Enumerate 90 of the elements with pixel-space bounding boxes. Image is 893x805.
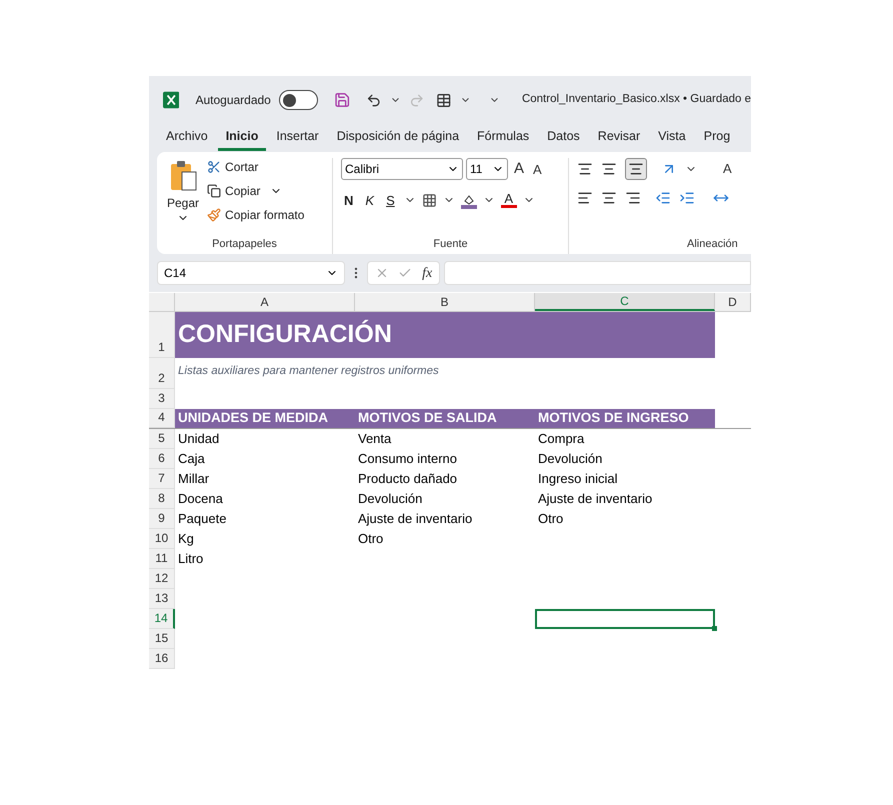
name-box[interactable]: C14 bbox=[157, 261, 345, 285]
table-cell-text: Ajuste de inventario bbox=[358, 510, 472, 528]
shrink-font-button[interactable]: A bbox=[530, 160, 545, 179]
formula-field[interactable] bbox=[444, 261, 751, 285]
font-size-field[interactable]: 11 bbox=[466, 158, 508, 180]
table-cell-text: Ajuste de inventario bbox=[538, 490, 652, 508]
align-left-icon[interactable] bbox=[577, 190, 593, 206]
align-right-icon[interactable] bbox=[625, 190, 641, 206]
table-cell-text: Millar bbox=[178, 470, 210, 488]
insert-function-button[interactable]: fx bbox=[422, 262, 432, 284]
table-cell-text: Docena bbox=[178, 490, 223, 508]
group-label: Portapapeles bbox=[211, 237, 278, 252]
underline-button[interactable]: S bbox=[383, 190, 398, 210]
row-header[interactable]: 6 bbox=[149, 449, 175, 469]
clipboard-icon bbox=[168, 160, 198, 192]
row-header[interactable]: 9 bbox=[149, 509, 175, 529]
autosave-toggle[interactable] bbox=[278, 90, 318, 110]
sheet-title: CONFIGURACIÓN bbox=[178, 318, 392, 350]
increase-indent-icon[interactable] bbox=[679, 190, 695, 206]
autosave-label: Autoguardado bbox=[195, 92, 271, 109]
column-header[interactable]: A bbox=[175, 293, 355, 311]
table-cell-text: Ingreso inicial bbox=[538, 470, 618, 488]
menu-tab[interactable]: Insertar bbox=[268, 125, 327, 151]
table-cell-text: Devolución bbox=[358, 490, 422, 508]
menu-tab[interactable]: Vista bbox=[650, 125, 694, 151]
table-icon[interactable] bbox=[436, 92, 452, 108]
column-heading: MOTIVOS DE SALIDA bbox=[358, 409, 497, 428]
bold-button[interactable]: N bbox=[341, 190, 356, 210]
row-header[interactable]: 11 bbox=[149, 549, 175, 569]
row-header[interactable]: 4 bbox=[149, 409, 175, 428]
align-middle-icon[interactable] bbox=[601, 161, 617, 177]
format-painter-button[interactable]: Copiar formato bbox=[207, 206, 304, 224]
row-header[interactable]: 16 bbox=[149, 649, 175, 669]
table-cell-text: Otro bbox=[538, 510, 564, 528]
selected-cell[interactable] bbox=[535, 609, 715, 629]
row-header[interactable]: 12 bbox=[149, 569, 175, 589]
table-cell-text: Producto dañado bbox=[358, 470, 458, 488]
wrap-text-button[interactable]: A bbox=[723, 159, 732, 179]
column-heading: MOTIVOS DE INGRESO bbox=[538, 409, 689, 428]
window-title: Control_Inventario_Basico.xlsx • Guardado e bbox=[522, 92, 751, 108]
paintbrush-icon bbox=[207, 208, 222, 222]
row-header[interactable]: 13 bbox=[149, 589, 175, 609]
row-header[interactable]: 2 bbox=[149, 358, 175, 389]
align-center-icon[interactable] bbox=[601, 190, 617, 206]
table-cell-text: Caja bbox=[178, 450, 205, 468]
table-cell-text: Venta bbox=[358, 430, 392, 448]
table-cell-text: Unidad bbox=[178, 430, 220, 448]
column-heading: UNIDADES DE MEDIDA bbox=[178, 409, 328, 428]
copy-icon bbox=[207, 184, 222, 198]
row-header[interactable]: 1 bbox=[149, 312, 175, 358]
table-cell-text: Paquete bbox=[178, 510, 226, 528]
row-header[interactable]: 14 bbox=[149, 609, 175, 629]
app-logo-icon bbox=[163, 91, 180, 109]
table-cell-text: Otro bbox=[358, 530, 384, 548]
align-top-icon[interactable] bbox=[577, 161, 593, 177]
table-cell-text: Kg bbox=[178, 530, 194, 548]
align-bottom-icon[interactable] bbox=[625, 158, 647, 180]
table-cell-text: Consumo interno bbox=[358, 450, 457, 468]
row-header[interactable]: 3 bbox=[149, 389, 175, 409]
grow-font-button[interactable]: A bbox=[511, 158, 528, 180]
row-header[interactable]: 15 bbox=[149, 629, 175, 649]
row-header[interactable]: 5 bbox=[149, 429, 175, 449]
sheet-subtitle: Listas auxiliares para mantener registros uniformes bbox=[178, 364, 439, 379]
font-family-field[interactable]: Calibri bbox=[341, 158, 463, 180]
menu-tab[interactable]: Datos bbox=[539, 125, 588, 151]
row-header[interactable]: 7 bbox=[149, 469, 175, 489]
save-icon[interactable] bbox=[334, 91, 350, 109]
undo-icon[interactable] bbox=[366, 92, 382, 108]
table-cell-text: Devolución bbox=[538, 450, 602, 468]
font-color-button[interactable]: A bbox=[500, 192, 517, 208]
menu-tab[interactable]: Disposición de página bbox=[328, 125, 468, 151]
italic-button[interactable]: K bbox=[362, 190, 378, 210]
paste-button[interactable]: Pegar bbox=[167, 158, 200, 236]
borders-icon[interactable] bbox=[422, 192, 437, 208]
column-header[interactable]: C bbox=[535, 293, 715, 311]
menu-tab[interactable]: Fórmulas bbox=[469, 125, 538, 151]
copy-button[interactable]: Copiar bbox=[207, 182, 304, 200]
table-cell-text: Compra bbox=[538, 430, 584, 448]
cut-button[interactable]: Cortar bbox=[207, 158, 304, 176]
row-header[interactable]: 10 bbox=[149, 529, 175, 549]
menu-tab[interactable]: Archivo bbox=[158, 125, 216, 151]
menu-tab[interactable]: Prog bbox=[696, 125, 738, 151]
decrease-indent-icon[interactable] bbox=[655, 190, 671, 206]
scissors-icon bbox=[207, 160, 222, 174]
menu-tab[interactable]: Revisar bbox=[590, 125, 648, 151]
group-label: Alineación bbox=[687, 237, 739, 252]
table-cell-text: Litro bbox=[178, 550, 204, 568]
column-header[interactable]: D bbox=[715, 293, 751, 311]
row-header[interactable]: 8 bbox=[149, 489, 175, 509]
group-label: Fuente bbox=[432, 237, 469, 252]
